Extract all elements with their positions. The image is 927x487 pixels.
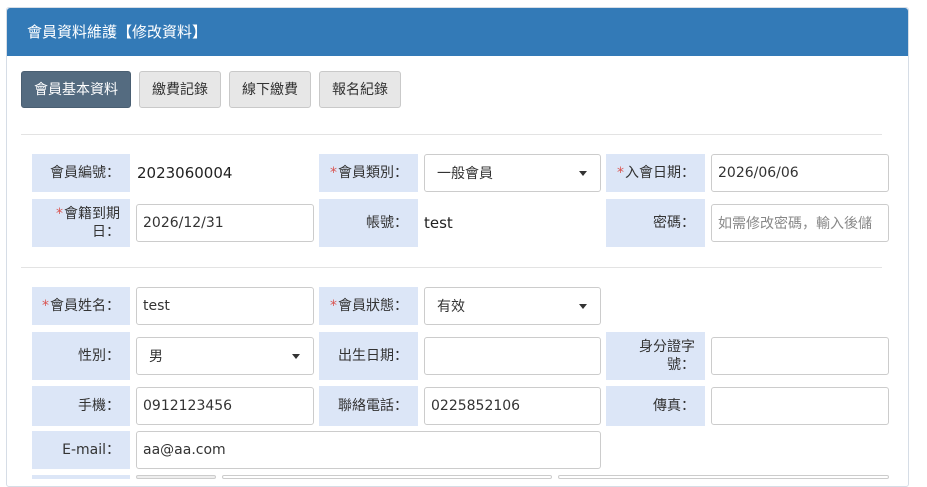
- tab-payment-records[interactable]: 繳費記錄: [139, 71, 221, 108]
- member-type-select[interactable]: 一般會員: [424, 154, 601, 192]
- gender-label: 性別：: [32, 332, 130, 380]
- tab-registration-records[interactable]: 報名紀錄: [319, 71, 401, 108]
- email-label: E-mail：: [32, 431, 130, 469]
- account-label: 帳號：: [319, 199, 418, 247]
- page-title: 會員資料維護【修改資料】: [7, 8, 908, 56]
- address-extra-input[interactable]: [558, 475, 889, 479]
- expiry-date-label: *會籍到期 日：: [32, 199, 130, 247]
- address-input[interactable]: [222, 475, 552, 479]
- tab-member-basic[interactable]: 會員基本資料: [21, 71, 131, 108]
- divider: [21, 134, 882, 135]
- id-no-label: 身分證字 號：: [606, 332, 705, 380]
- phone-label: 聯絡電話：: [319, 386, 418, 426]
- status-label: * 會員狀態：: [319, 287, 418, 325]
- fax-label: 傳真：: [606, 386, 705, 426]
- divider: [21, 267, 882, 268]
- zip-select[interactable]: [136, 475, 216, 479]
- name-label: * 會員姓名：: [32, 287, 130, 325]
- member-no-label: 會員編號：: [32, 154, 130, 192]
- name-input[interactable]: test: [136, 287, 314, 325]
- phone-input[interactable]: 0225852106: [424, 387, 601, 425]
- account-value: test: [424, 214, 453, 232]
- join-date-input[interactable]: 2026/06/06: [711, 154, 889, 192]
- chevron-down-icon: [292, 354, 300, 359]
- expiry-date-input[interactable]: 2026/12/31: [136, 204, 314, 242]
- address-label: [32, 475, 130, 479]
- join-date-label: * 入會日期：: [606, 154, 705, 192]
- tab-offline-payment[interactable]: 線下繳費: [229, 71, 311, 108]
- mobile-input[interactable]: 0912123456: [136, 387, 314, 425]
- status-select[interactable]: 有效: [424, 287, 601, 325]
- password-input[interactable]: 如需修改密碼，輸入後儲: [711, 204, 889, 242]
- email-input[interactable]: aa@aa.com: [136, 431, 601, 469]
- chevron-down-icon: [579, 304, 587, 309]
- member-no-value: 2023060004: [137, 164, 233, 182]
- mobile-label: 手機：: [32, 386, 130, 426]
- birth-date-label: 出生日期：: [319, 332, 418, 380]
- fax-input[interactable]: [711, 387, 889, 425]
- chevron-down-icon: [579, 171, 587, 176]
- member-type-label: * 會員類別：: [319, 154, 418, 192]
- id-no-input[interactable]: [711, 337, 889, 375]
- gender-select[interactable]: 男: [136, 337, 314, 375]
- password-label: 密碼：: [606, 199, 705, 247]
- birth-date-input[interactable]: [424, 337, 601, 375]
- tab-bar: 會員基本資料 繳費記錄 線下繳費 報名紀錄: [21, 71, 401, 108]
